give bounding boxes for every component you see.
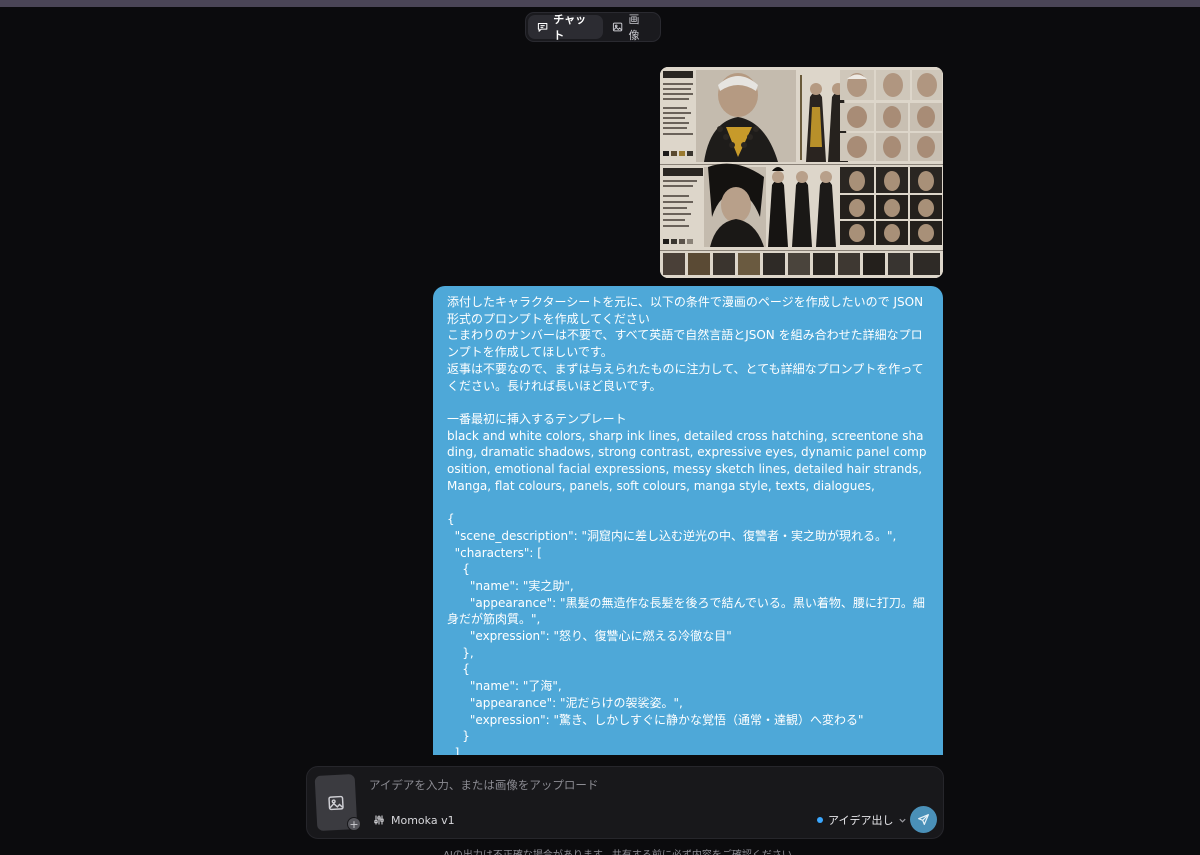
status-dot — [817, 817, 823, 823]
image-mode-button[interactable]: 画像 — [603, 13, 658, 42]
attached-character-sheet-image[interactable] — [660, 67, 943, 278]
chevron-down-icon — [899, 818, 907, 823]
model-selector-button[interactable]: Momoka v1 — [373, 811, 455, 829]
mode-select-label: アイデア出し — [828, 814, 894, 827]
chat-icon — [537, 22, 548, 32]
chat-mode-label: チャット — [553, 13, 587, 42]
image-mode-label: 画像 — [628, 13, 640, 42]
prompt-input[interactable] — [369, 775, 929, 795]
disclaimer-text: AIの出力は不正確な場合があります。共有する前に必ず内容をご確認ください。 — [0, 846, 1200, 855]
image-icon — [613, 22, 623, 32]
composer: + Momoka v1 アイデア出し — [306, 766, 944, 839]
model-label: Momoka v1 — [391, 813, 455, 827]
image-icon — [328, 795, 344, 810]
user-message-bubble: 添付したキャラクターシートを元に、以下の条件で漫画のページを作成したいので JS… — [433, 286, 943, 755]
mode-toggle: チャット 画像 — [525, 12, 661, 42]
chat-mode-button[interactable]: チャット — [528, 13, 604, 42]
send-icon — [918, 814, 929, 825]
mode-select-dropdown[interactable]: アイデア出し — [817, 811, 907, 829]
plus-icon[interactable]: + — [347, 817, 361, 831]
settings-sliders-icon — [374, 815, 384, 825]
top-accent-bar — [0, 0, 1200, 7]
send-button[interactable] — [910, 806, 937, 833]
